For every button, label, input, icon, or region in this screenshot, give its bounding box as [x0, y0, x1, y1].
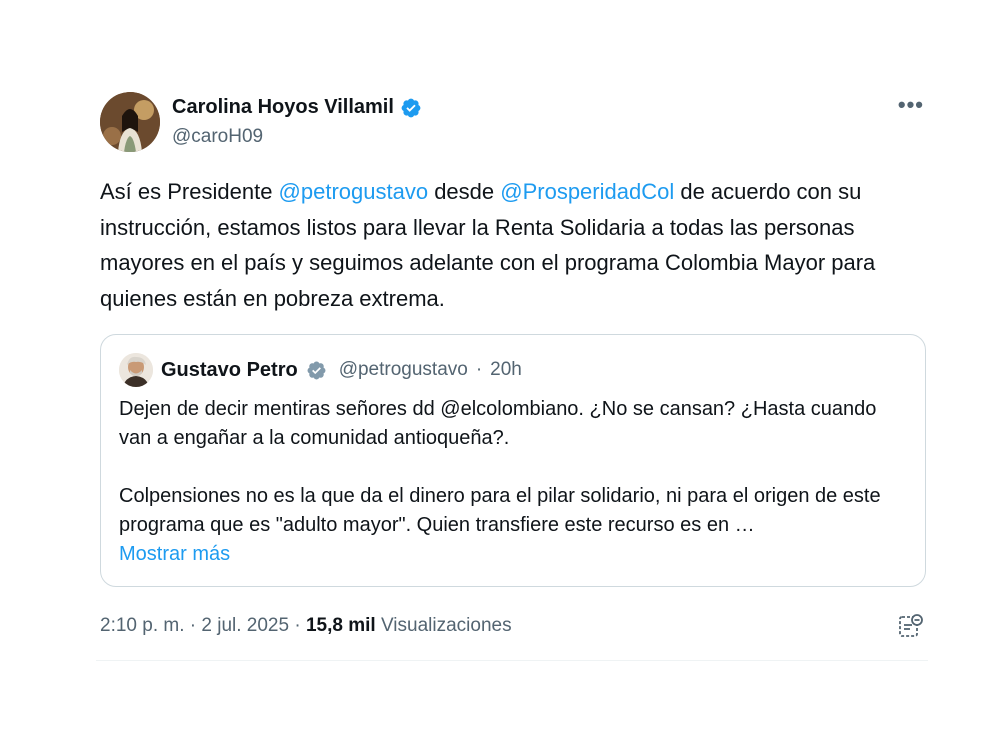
author-avatar[interactable] [100, 92, 160, 152]
author-name-line: Carolina Hoyos Villamil [172, 96, 422, 119]
quoted-paragraph: Dejen de decir mentiras señores dd @elco… [119, 398, 877, 449]
mention-link[interactable]: @petrogustavo [279, 179, 429, 204]
quoted-tweet[interactable]: Gustavo Petro @petrogustavo · 20h Dejen … [100, 334, 926, 587]
mention-link[interactable]: @ProsperidadCol [500, 179, 674, 204]
quoted-tweet-header: Gustavo Petro @petrogustavo · 20h [119, 353, 522, 387]
tweet: Carolina Hoyos Villamil @caroH09 ••• Así… [100, 92, 928, 643]
quoted-author-name[interactable]: Gustavo Petro [161, 359, 298, 382]
show-more-link[interactable]: Mostrar más [119, 540, 909, 569]
tweet-text: Así es Presidente @petrogustavo desde @P… [100, 174, 920, 316]
author-name[interactable]: Carolina Hoyos Villamil [172, 96, 394, 119]
quoted-tweet-body: Dejen de decir mentiras señores dd @elco… [119, 395, 909, 569]
verified-badge-icon[interactable] [400, 97, 422, 119]
tweet-text-part: desde [428, 179, 501, 204]
quoted-author-handle: @petrogustavo [338, 359, 468, 380]
tweet-date[interactable]: 2 jul. 2025 [201, 615, 289, 636]
meta-separator: · [294, 615, 301, 636]
quoted-tweet-age: 20h [490, 359, 522, 380]
quoted-paragraph: Colpensiones no es la que da el dinero p… [119, 485, 881, 536]
tweet-text-part: Así es Presidente [100, 179, 279, 204]
views-count: 15,8 mil [305, 615, 376, 636]
author-row: Carolina Hoyos Villamil @caroH09 ••• [100, 92, 928, 154]
tweet-meta-row: 2:10 p. m. · 2 jul. 2025 · 15,8 mil Visu… [100, 613, 928, 643]
meta-separator: · [475, 359, 483, 380]
author-handle[interactable]: @caroH09 [172, 126, 263, 148]
verified-badge-icon [306, 360, 327, 381]
tweet-time[interactable]: 2:10 p. m. [100, 615, 185, 636]
more-options-icon[interactable]: ••• [898, 94, 924, 116]
post-analytics-icon[interactable] [898, 613, 924, 639]
meta-separator: · [189, 615, 197, 636]
quoted-author-avatar[interactable] [119, 353, 153, 387]
divider [96, 660, 928, 661]
views-label: Visualizaciones [380, 615, 512, 636]
